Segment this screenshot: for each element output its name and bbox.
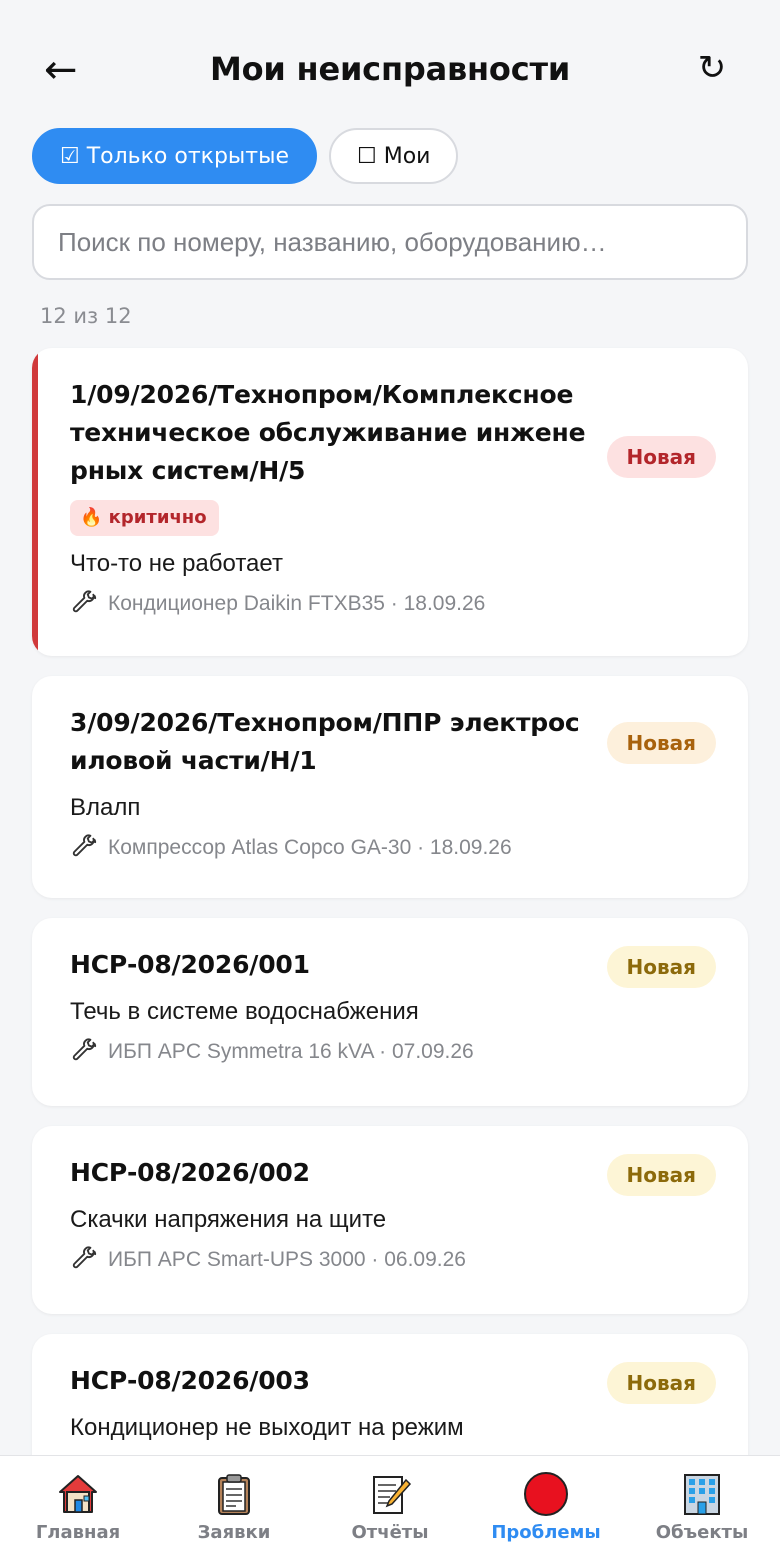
issue-card[interactable]: НСР-08/2026/002 Новая Скачки напряжения … xyxy=(32,1126,748,1314)
page-title: Мои неисправности xyxy=(209,50,571,88)
issue-meta: Компрессор Atlas Copco GA-30 · 18.09.26 xyxy=(70,834,710,862)
nav-label: Проблемы xyxy=(491,1522,601,1543)
wrench-icon xyxy=(70,590,98,618)
nav-objects[interactable]: Объекты xyxy=(624,1456,780,1560)
wrench-icon xyxy=(70,834,98,862)
issue-number: 1/09/2026/Технопром/Комплексное техничес… xyxy=(70,380,586,485)
issue-description: Что-то не работает xyxy=(70,550,283,577)
issues-list: 1/09/2026/Технопром/Комплексное техничес… xyxy=(32,348,748,1542)
equipment-and-date: Кондиционер Daikin FTXB35 · 18.09.26 xyxy=(108,592,486,615)
status-badge: Новая xyxy=(606,1154,716,1196)
status-badge: Новая xyxy=(606,1362,716,1404)
nav-label: Объекты xyxy=(655,1522,749,1543)
issue-card[interactable]: НСР-08/2026/001 Новая Течь в системе вод… xyxy=(32,918,748,1106)
app-header: ← Мои неисправности ↻ xyxy=(0,0,780,130)
clipboard-icon xyxy=(210,1470,258,1518)
results-counter: 12 из 12 xyxy=(40,304,132,328)
memo-icon xyxy=(366,1470,414,1518)
status-badge: Новая xyxy=(606,436,716,478)
nav-label: Отчёты xyxy=(351,1522,429,1543)
nav-problems[interactable]: Проблемы xyxy=(468,1456,624,1560)
issue-meta: Кондиционер Daikin FTXB35 · 18.09.26 xyxy=(70,590,710,618)
wrench-icon xyxy=(70,1038,98,1066)
nav-requests[interactable]: Заявки xyxy=(156,1456,312,1560)
equipment-and-date: ИБП APC Smart-UPS 3000 · 06.09.26 xyxy=(108,1248,466,1271)
issue-description: Течь в системе водоснабжения xyxy=(70,998,419,1025)
office-building-icon xyxy=(678,1470,726,1518)
nav-label: Главная xyxy=(35,1522,121,1543)
search-box[interactable] xyxy=(32,204,748,280)
search-input[interactable] xyxy=(58,226,722,258)
issue-meta: ИБП APC Symmetra 16 kVA · 07.09.26 xyxy=(70,1038,710,1066)
filter-open-only[interactable]: ☑ Только открытые xyxy=(32,128,318,184)
equipment-and-date: Компрессор Atlas Copco GA-30 · 18.09.26 xyxy=(108,836,512,859)
issue-number: НСР-08/2026/002 xyxy=(70,1158,310,1187)
issue-description: Кондиционер не выходит на режим xyxy=(70,1414,464,1441)
issue-number: НСР-08/2026/003 xyxy=(70,1366,310,1395)
bottom-nav: Главная Заявки Отчёты Проблемы Объекты xyxy=(0,1455,780,1560)
red-circle-icon xyxy=(522,1470,570,1518)
issue-description: Скачки напряжения на щите xyxy=(70,1206,387,1233)
filter-bar: ☑ Только открытые ☐ Мои xyxy=(32,128,459,184)
issue-number: НСР-08/2026/001 xyxy=(70,950,310,979)
status-badge: Новая xyxy=(606,946,716,988)
equipment-and-date: ИБП APC Symmetra 16 kVA · 07.09.26 xyxy=(108,1040,474,1063)
nav-home[interactable]: Главная xyxy=(0,1456,156,1560)
nav-label: Заявки xyxy=(197,1522,271,1543)
issue-number: 3/09/2026/Технопром/ППР электросиловой ч… xyxy=(70,708,580,775)
issue-card[interactable]: 1/09/2026/Технопром/Комплексное техничес… xyxy=(32,348,748,656)
issue-meta: ИБП APC Smart-UPS 3000 · 06.09.26 xyxy=(70,1246,710,1274)
priority-badge: 🔥 критично xyxy=(70,500,219,536)
house-icon xyxy=(54,1470,102,1518)
filter-mine[interactable]: ☐ Мои xyxy=(329,128,459,184)
issue-description: Влалп xyxy=(70,794,141,821)
refresh-icon[interactable]: ↻ xyxy=(690,42,734,94)
issue-card[interactable]: 3/09/2026/Технопром/ППР электросиловой ч… xyxy=(32,676,748,898)
nav-reports[interactable]: Отчёты xyxy=(312,1456,468,1560)
status-badge: Новая xyxy=(606,722,716,764)
wrench-icon xyxy=(70,1246,98,1274)
